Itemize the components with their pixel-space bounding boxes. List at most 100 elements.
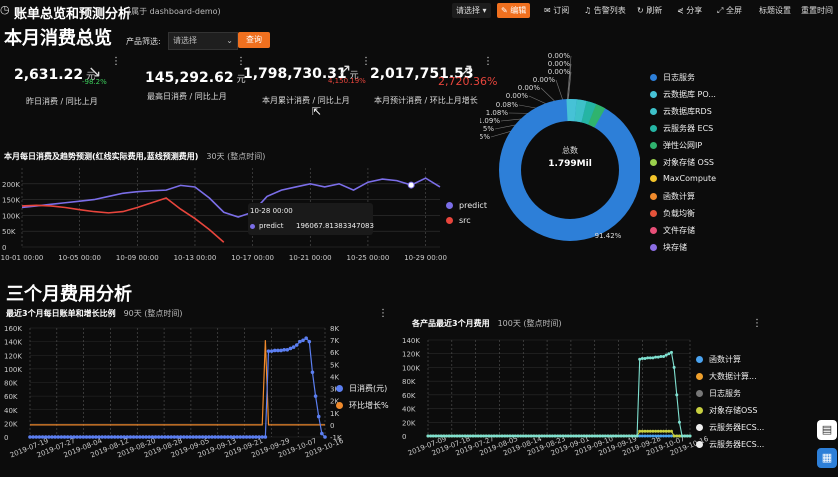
data-point[interactable] (561, 434, 565, 438)
data-point[interactable] (667, 352, 671, 356)
data-point[interactable] (455, 434, 459, 438)
data-point[interactable] (680, 434, 684, 438)
legend-item[interactable]: MaxCompute (650, 174, 716, 183)
data-point[interactable] (298, 339, 302, 344)
data-point[interactable] (550, 434, 554, 438)
data-point[interactable] (200, 435, 205, 439)
data-point[interactable] (566, 434, 570, 438)
series-line-daily-cost[interactable] (30, 337, 326, 438)
data-point[interactable] (106, 435, 111, 439)
data-point[interactable] (81, 435, 86, 439)
data-point[interactable] (235, 435, 239, 439)
data-point[interactable] (495, 434, 499, 438)
data-point[interactable] (577, 434, 581, 438)
data-point[interactable] (598, 434, 602, 438)
data-point[interactable] (84, 435, 89, 439)
chat-icon[interactable]: ▤ (817, 420, 837, 440)
data-point[interactable] (669, 429, 673, 433)
data-point[interactable] (272, 348, 277, 353)
data-point[interactable] (646, 429, 650, 433)
reset-time-button[interactable]: 重置时间 (797, 3, 837, 18)
data-point[interactable] (426, 434, 430, 438)
data-point[interactable] (662, 434, 666, 438)
data-point[interactable] (203, 435, 208, 439)
data-point[interactable] (593, 434, 597, 438)
share-button[interactable]: ⋞ 分享 (673, 3, 706, 18)
data-point[interactable] (648, 434, 652, 438)
select-dropdown-button[interactable]: 请选择 ▾ (452, 3, 491, 18)
data-point[interactable] (677, 434, 681, 438)
data-point[interactable] (285, 348, 290, 352)
legend-item[interactable]: src (446, 216, 471, 225)
data-point[interactable] (609, 434, 613, 438)
data-point[interactable] (178, 435, 183, 439)
data-point[interactable] (556, 434, 560, 438)
data-point[interactable] (100, 435, 104, 439)
data-point[interactable] (37, 435, 42, 439)
data-point[interactable] (484, 434, 488, 438)
data-point[interactable] (147, 435, 152, 439)
data-point[interactable] (624, 434, 628, 438)
data-point[interactable] (492, 434, 496, 438)
data-point[interactable] (238, 435, 243, 439)
data-point[interactable] (68, 435, 73, 439)
legend-item[interactable]: 弹性公网IP (650, 140, 702, 151)
data-point[interactable] (590, 434, 594, 438)
data-point[interactable] (185, 435, 189, 439)
legend-item[interactable]: 云数据库 PO... (650, 89, 716, 100)
data-point[interactable] (659, 434, 663, 438)
data-point[interactable] (163, 435, 167, 439)
data-point[interactable] (47, 435, 51, 439)
apps-icon[interactable]: ▦ (817, 448, 837, 468)
data-point[interactable] (320, 431, 324, 436)
legend-item[interactable]: 对象存储 OSS (650, 157, 714, 168)
data-point[interactable] (601, 434, 605, 438)
data-point[interactable] (53, 435, 57, 439)
data-point[interactable] (643, 357, 647, 361)
data-point[interactable] (524, 434, 528, 438)
data-point[interactable] (28, 435, 32, 439)
data-point[interactable] (251, 435, 255, 439)
data-point[interactable] (50, 435, 54, 439)
donut-slice[interactable] (587, 103, 606, 128)
data-point[interactable] (460, 434, 464, 438)
data-point[interactable] (452, 434, 456, 438)
data-point[interactable] (648, 356, 652, 360)
data-point[interactable] (276, 348, 280, 353)
legend-item[interactable]: 函数计算 (650, 191, 695, 202)
data-point[interactable] (304, 336, 308, 341)
data-point[interactable] (564, 434, 568, 438)
data-point[interactable] (651, 429, 655, 433)
data-point[interactable] (90, 435, 95, 439)
data-point[interactable] (463, 434, 467, 438)
data-point[interactable] (138, 435, 142, 439)
data-point[interactable] (672, 434, 676, 438)
data-point[interactable] (65, 435, 70, 439)
data-point[interactable] (62, 435, 67, 439)
data-point[interactable] (675, 434, 679, 438)
data-point[interactable] (508, 434, 512, 438)
data-point[interactable] (263, 435, 268, 439)
data-point[interactable] (638, 434, 642, 438)
data-point[interactable] (659, 354, 663, 358)
data-point[interactable] (585, 434, 589, 438)
data-point[interactable] (656, 434, 660, 438)
legend-item[interactable]: 日志服务 (696, 388, 741, 399)
legend-item[interactable]: 日志服务 (650, 72, 695, 83)
data-point[interactable] (260, 435, 265, 439)
legend-item[interactable]: 对象存储OSS (696, 405, 757, 416)
data-point[interactable] (656, 429, 660, 433)
data-point[interactable] (431, 434, 435, 438)
data-point[interactable] (614, 434, 618, 438)
data-point[interactable] (662, 354, 666, 358)
donut-slice[interactable] (581, 100, 597, 125)
data-point[interactable] (282, 348, 287, 352)
data-point[interactable] (646, 434, 650, 438)
data-point[interactable] (574, 434, 578, 438)
data-point[interactable] (656, 355, 660, 359)
data-point[interactable] (166, 435, 170, 439)
legend-item[interactable]: 环比增长% (336, 400, 389, 411)
data-point[interactable] (134, 435, 139, 439)
data-point[interactable] (450, 434, 454, 438)
data-point[interactable] (254, 435, 258, 439)
